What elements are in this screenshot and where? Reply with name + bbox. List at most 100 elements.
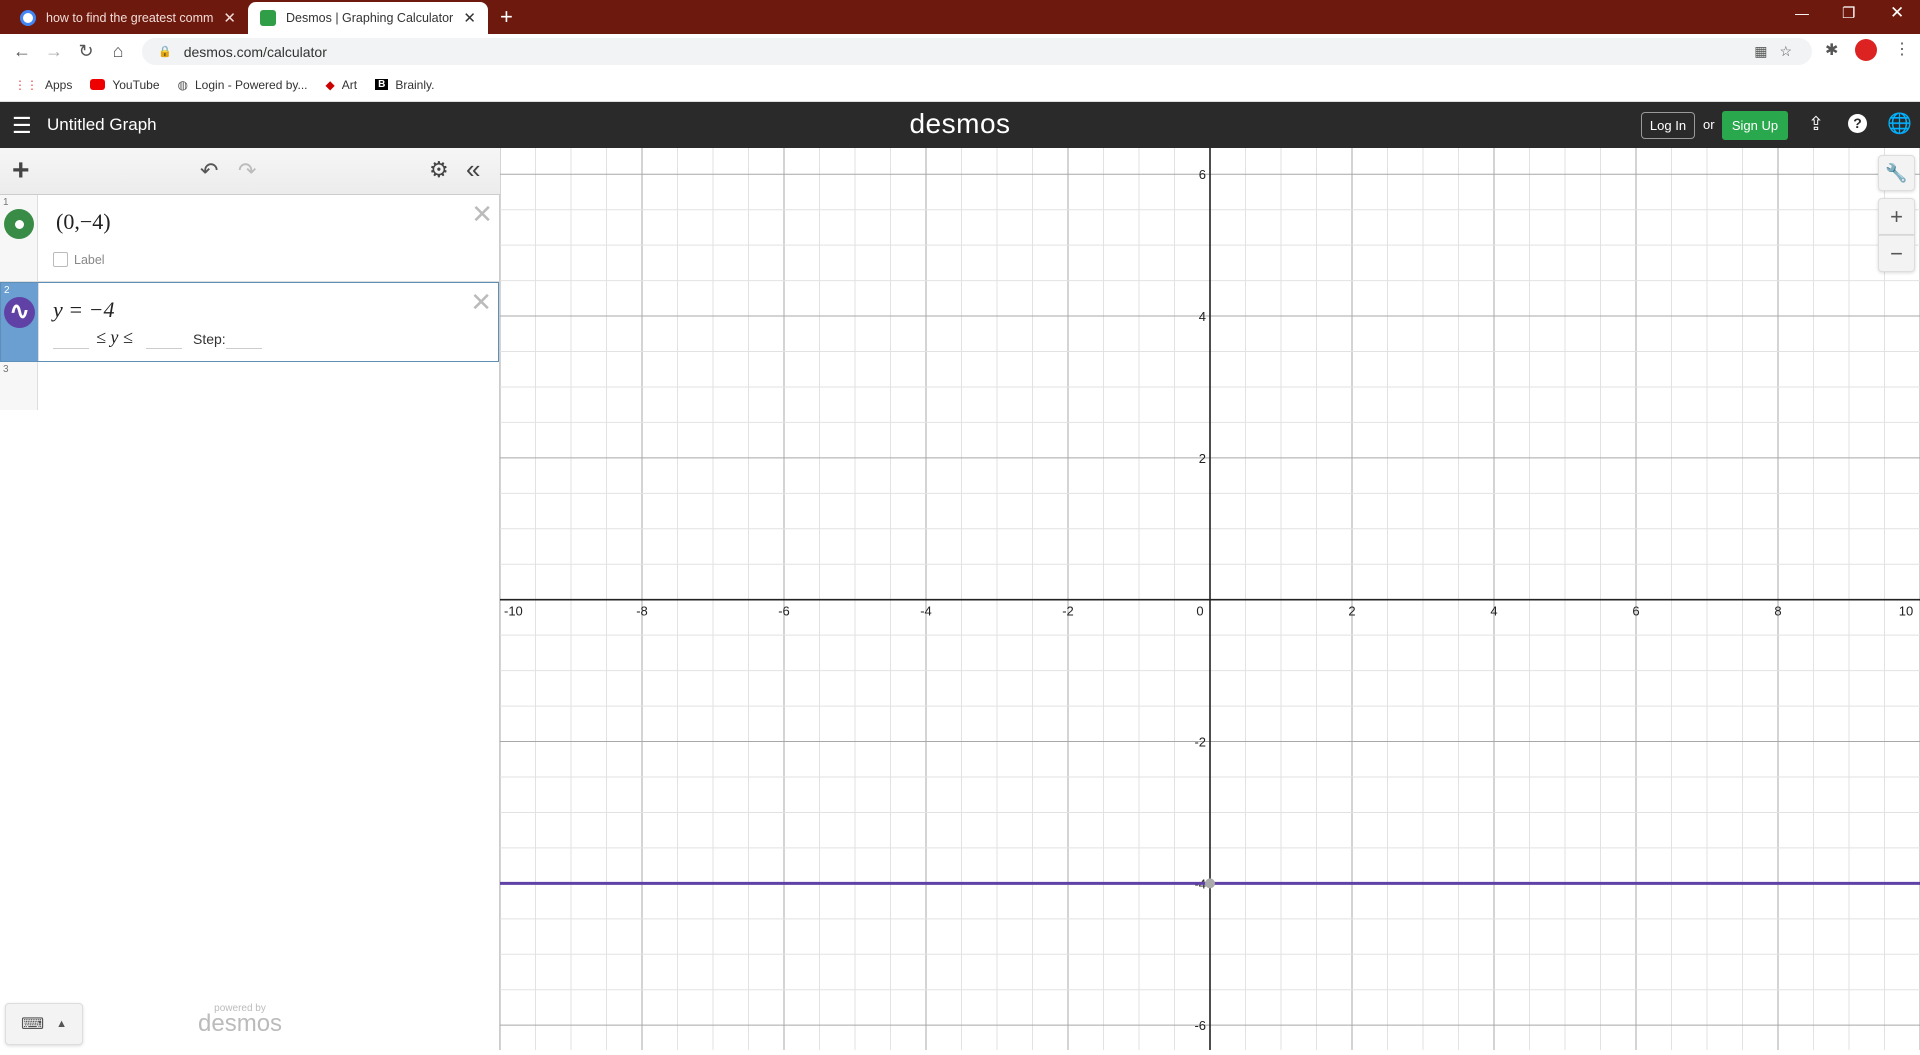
point-style-icon[interactable] (4, 209, 34, 239)
domain-min-input[interactable] (53, 329, 89, 349)
bookmark-brainly[interactable]: B Brainly. (375, 78, 434, 92)
step-input[interactable] (226, 329, 262, 349)
tab-desmos[interactable]: Desmos | Graphing Calculator ✕ (248, 2, 488, 34)
x-tick-label: 10 (1899, 604, 1913, 619)
redo-button[interactable]: ↷ (238, 158, 256, 184)
x-tick-label: -4 (920, 604, 932, 619)
restore-button[interactable]: ❐ (1842, 4, 1855, 22)
expression-input[interactable]: (0,−4) (56, 209, 111, 235)
login-button[interactable]: Log In (1641, 112, 1695, 139)
graph-canvas[interactable]: -10-8-6-4-20246810642-2-4-6 (499, 148, 1920, 1050)
desmos-header: ☰ Untitled Graph desmos Log In or Sign U… (0, 102, 1920, 148)
line-style-icon[interactable]: ∿ (4, 297, 35, 328)
bookmark-apps[interactable]: ⋮⋮ Apps (14, 78, 72, 92)
minimize-button[interactable]: — (1795, 5, 1809, 21)
desmos-logo: desmos (909, 108, 1011, 139)
add-expression-button[interactable]: + (12, 154, 30, 188)
label-checkbox[interactable]: Label (53, 252, 105, 267)
graph-paper[interactable]: -10-8-6-4-20246810642-2-4-6 🔧 + − (499, 148, 1920, 1050)
extensions-icon[interactable]: ✱ (1825, 40, 1838, 60)
x-tick-label: 4 (1490, 604, 1497, 619)
close-tab-icon[interactable]: ✕ (223, 9, 236, 27)
desmos-favicon-icon (260, 10, 276, 26)
brainly-icon: B (375, 79, 389, 90)
collapse-panel-icon[interactable]: « (466, 154, 480, 185)
profile-avatar[interactable] (1855, 39, 1877, 61)
x-tick-label: 6 (1632, 604, 1639, 619)
desmos-brand-text: desmos (198, 1010, 283, 1037)
home-button[interactable]: ⌂ (104, 34, 132, 68)
expression-gutter: 2 ∿ (1, 283, 39, 361)
bookmark-art[interactable]: ◆ Art (326, 78, 358, 92)
settings-gear-icon[interactable]: ⚙ (429, 157, 449, 183)
reload-button[interactable]: ↻ (72, 34, 100, 68)
undo-button[interactable]: ↶ (200, 158, 218, 184)
point-0-minus-4 (1205, 878, 1215, 889)
domain-label: ≤ y ≤ (96, 327, 133, 347)
tab-google-search[interactable]: how to find the greatest commo ✕ (8, 2, 248, 34)
url-text: desmos.com/calculator (183, 43, 327, 60)
expression-number: 2 (4, 285, 10, 296)
globe-icon: ◍ (177, 77, 188, 92)
keypad-toggle-button[interactable]: ⌨ ▲ (5, 1003, 83, 1045)
tab-title: how to find the greatest commo (46, 11, 214, 25)
chrome-menu-icon[interactable]: ⋮ (1894, 39, 1910, 59)
y-tick-label: 4 (1199, 309, 1206, 324)
expression-item-2[interactable]: 2 ∿ y = −4 ≤ y ≤ Step: ✕ (0, 282, 499, 362)
youtube-icon (90, 79, 106, 90)
bookmark-label: Login - Powered by... (195, 77, 308, 92)
x-tick-label: -6 (778, 604, 790, 619)
close-window-button[interactable]: ✕ (1890, 3, 1904, 23)
bookmarks-bar: ⋮⋮ Apps YouTube ◍ Login - Powered by... ◆ A… (0, 68, 1920, 102)
zoom-in-button[interactable]: + (1878, 198, 1915, 235)
label-text: Label (74, 252, 105, 267)
caret-up-icon: ▲ (56, 1018, 67, 1030)
bookmark-login[interactable]: ◍ Login - Powered by... (178, 78, 308, 92)
keyboard-icon: ⌨ (21, 1016, 45, 1033)
bookmark-youtube[interactable]: YouTube (90, 78, 160, 92)
powered-by-desmos: powered by desmos (198, 1003, 282, 1038)
expression-item-1[interactable]: 1 (0,−4) Label ✕ (0, 195, 499, 282)
address-bar-row: ← → ↻ ⌂ 🔒 desmos.com/calculator ▦ ☆ ✱ ⋮ (0, 34, 1920, 68)
lock-icon: 🔒 (158, 46, 172, 58)
star-icon[interactable]: ☆ (1779, 43, 1792, 60)
x-tick-label: 8 (1774, 604, 1781, 619)
back-button[interactable]: ← (8, 34, 36, 68)
hamburger-menu-icon[interactable]: ☰ (12, 113, 32, 139)
share-icon[interactable]: ⇪ (1808, 113, 1824, 136)
new-tab-button[interactable]: + (500, 4, 513, 30)
language-globe-icon[interactable]: 🌐 (1887, 111, 1912, 136)
google-icon (20, 10, 36, 26)
apps-grid-icon: ⋮⋮ (14, 77, 38, 92)
graph-settings-wrench-button[interactable]: 🔧 (1878, 155, 1915, 191)
y-tick-label: -2 (1194, 735, 1206, 750)
expression-input[interactable]: y = −4 (53, 297, 114, 323)
url-bar[interactable]: 🔒 desmos.com/calculator ▦ ☆ (142, 38, 1812, 65)
graph-title[interactable]: Untitled Graph (47, 115, 157, 135)
delete-expression-icon[interactable]: ✕ (471, 199, 493, 230)
checkbox[interactable] (53, 252, 68, 267)
expression-panel: + ↶ ↷ ⚙ « 1 (0,−4) Label ✕ 2 ∿ y = −4 ≤ … (0, 148, 500, 1050)
step-label: Step: (193, 331, 226, 347)
x-tick-label: 0 (1196, 604, 1203, 619)
or-text: or (1703, 117, 1715, 132)
zoom-out-button[interactable]: − (1878, 235, 1915, 272)
tab-title: Desmos | Graphing Calculator (286, 11, 454, 25)
expression-number: 1 (3, 197, 9, 208)
expression-toolbar: + ↶ ↷ ⚙ « (0, 148, 500, 195)
bookmark-label: Brainly. (395, 77, 435, 92)
qr-icon[interactable]: ▦ (1754, 43, 1767, 60)
delete-expression-icon[interactable]: ✕ (470, 287, 492, 318)
signup-button[interactable]: Sign Up (1722, 111, 1788, 140)
forward-button[interactable]: → (40, 34, 68, 68)
close-tab-icon[interactable]: ✕ (463, 9, 476, 27)
expression-number: 3 (3, 364, 9, 375)
x-tick-label: 2 (1348, 604, 1355, 619)
y-tick-label: 6 (1199, 167, 1206, 182)
help-icon[interactable]: ? (1848, 114, 1867, 133)
domain-max-input[interactable] (146, 329, 182, 349)
bookmark-label: Art (341, 77, 358, 92)
art-icon: ◆ (325, 77, 335, 92)
x-tick-label: -2 (1062, 604, 1074, 619)
expression-item-3[interactable]: 3 (0, 362, 499, 410)
